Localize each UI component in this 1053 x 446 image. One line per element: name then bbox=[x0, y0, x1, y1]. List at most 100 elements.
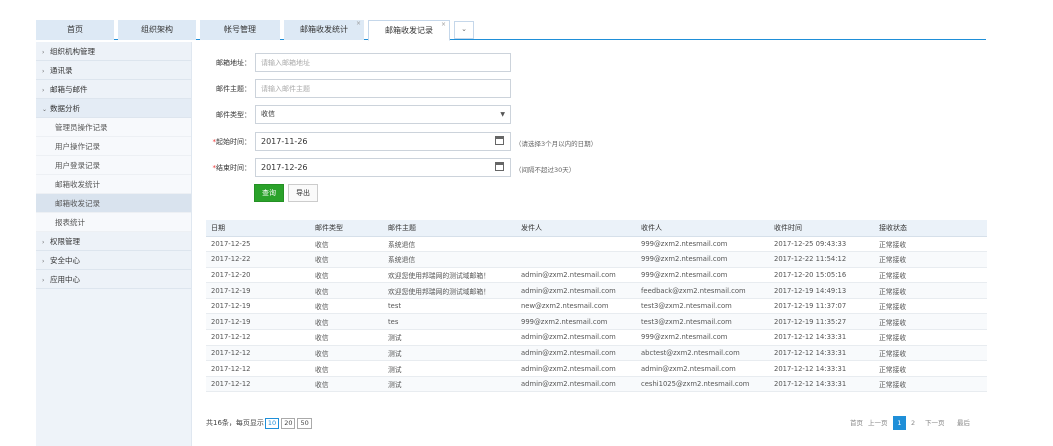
sidebar-item-data-analysis[interactable]: ⌄ 数据分析 bbox=[36, 99, 191, 118]
calendar-icon[interactable] bbox=[495, 136, 504, 145]
tab-mail-records[interactable]: 邮箱收发记录 × bbox=[368, 20, 450, 41]
cell-type: 收信 bbox=[310, 236, 383, 253]
close-icon[interactable]: × bbox=[356, 20, 361, 28]
subject-label: 邮件主题： bbox=[216, 85, 251, 93]
type-select[interactable]: 收信 ▼ bbox=[255, 105, 511, 124]
chevron-right-icon: › bbox=[42, 258, 45, 265]
sidebar-item-label: 安全中心 bbox=[50, 256, 80, 265]
query-button[interactable]: 查询 bbox=[254, 184, 284, 202]
mail-records-table: 日期 邮件类型 邮件主题 发件人 收件人 收件时间 接收状态 2017-12-2… bbox=[206, 220, 987, 393]
cell-sender: new@zxm2.ntesmail.com bbox=[516, 298, 636, 315]
pager-current[interactable]: 1 bbox=[893, 416, 906, 430]
cell-subject: 欢迎您使用邦瑞网的测试域邮箱！ bbox=[383, 282, 516, 299]
col-received-time: 收件时间 bbox=[769, 220, 874, 237]
sidebar-item-apps[interactable]: › 应用中心 bbox=[36, 270, 191, 289]
cell-time: 2017-12-12 14:33:31 bbox=[769, 360, 874, 377]
pager-prev[interactable]: 上一页 bbox=[868, 416, 888, 430]
table-row: 2017-12-19 收信 欢迎您使用邦瑞网的测试域邮箱！ admin@zxm2.nt… bbox=[206, 282, 987, 299]
record-count: 共16条，每页显示 10 20 50 bbox=[206, 418, 313, 429]
cell-sender: admin@zxm2.ntesmail.com bbox=[516, 329, 636, 346]
cell-time: 2017-12-19 11:37:07 bbox=[769, 298, 874, 315]
address-input[interactable] bbox=[255, 53, 511, 72]
sidebar-item-mail-records[interactable]: 邮箱收发记录 bbox=[36, 194, 191, 213]
cell-time: 2017-12-12 14:33:31 bbox=[769, 329, 874, 346]
cell-date: 2017-12-12 bbox=[206, 376, 310, 393]
cell-type: 收信 bbox=[310, 345, 383, 362]
cell-date: 2017-12-20 bbox=[206, 267, 310, 284]
pager-next[interactable]: 下一页 bbox=[925, 416, 945, 430]
tab-mail-stats[interactable]: 邮箱收发统计 × bbox=[284, 20, 364, 40]
tab-org-structure[interactable]: 组织架构 bbox=[118, 20, 196, 40]
sidebar-item-admin-logs[interactable]: 管理员操作记录 bbox=[36, 118, 191, 137]
col-sender: 发件人 bbox=[516, 220, 636, 237]
calendar-icon[interactable] bbox=[495, 162, 504, 171]
close-icon[interactable]: × bbox=[441, 21, 446, 29]
cell-date: 2017-12-19 bbox=[206, 313, 310, 331]
cell-date: 2017-12-12 bbox=[206, 345, 310, 362]
sidebar-item-label: 数据分析 bbox=[50, 104, 80, 113]
col-subject: 邮件主题 bbox=[383, 220, 516, 237]
cell-date: 2017-12-12 bbox=[206, 360, 310, 377]
pager-current-label: 1 bbox=[893, 416, 906, 430]
sidebar-item-org-management[interactable]: › 组织机构管理 bbox=[36, 42, 191, 61]
cell-status: 正常接收 bbox=[874, 376, 987, 393]
table-row: 2017-12-12 收信 测试 admin@zxm2.ntesmail.com 999… bbox=[206, 329, 987, 346]
cell-date: 2017-12-12 bbox=[206, 329, 310, 346]
cell-type: 收信 bbox=[310, 251, 383, 268]
page-size-10[interactable]: 10 bbox=[264, 418, 280, 429]
pager-first[interactable]: 首页 bbox=[850, 416, 863, 430]
cell-status: 正常接收 bbox=[874, 298, 987, 315]
sidebar-item-label: 组织机构管理 bbox=[50, 47, 95, 56]
cell-status: 正常接收 bbox=[874, 236, 987, 253]
page-size-50[interactable]: 50 bbox=[297, 418, 312, 429]
sidebar-item-permissions[interactable]: › 权限管理 bbox=[36, 232, 191, 251]
tab-more-dropdown[interactable]: ⌄ bbox=[454, 21, 474, 39]
cell-recipient: 999@zxm2.ntesmail.com bbox=[636, 267, 769, 284]
cell-status: 正常接收 bbox=[874, 345, 987, 362]
cell-date: 2017-12-22 bbox=[206, 251, 310, 268]
sidebar-item-mailbox-mail[interactable]: › 邮箱与邮件 bbox=[36, 80, 191, 99]
cell-subject: test bbox=[383, 298, 516, 315]
sidebar-item-reports[interactable]: 报表统计 bbox=[36, 213, 191, 232]
tab-label: 邮箱收发记录 bbox=[385, 26, 433, 35]
pager-last[interactable]: 最后 bbox=[957, 416, 970, 430]
cell-time: 2017-12-19 14:49:13 bbox=[769, 282, 874, 299]
caret-down-icon: ▼ bbox=[500, 111, 505, 118]
start-date-input[interactable]: 2017-11-26 bbox=[255, 132, 511, 151]
cell-sender: admin@zxm2.ntesmail.com bbox=[516, 376, 636, 393]
cell-subject: 系统退信 bbox=[383, 236, 516, 253]
table-row: 2017-12-19 收信 tes 999@zxm2.ntesmail.com test… bbox=[206, 313, 987, 331]
col-recipient: 收件人 bbox=[636, 220, 769, 237]
sidebar-item-contacts[interactable]: › 通讯录 bbox=[36, 61, 191, 80]
sidebar: › 组织机构管理 › 通讯录 › 邮箱与邮件 ⌄ 数据分析 管理员操作记录 用户操作记录… bbox=[36, 42, 192, 446]
cell-subject: 测试 bbox=[383, 360, 516, 377]
cell-recipient: abctest@zxm2.ntesmail.com bbox=[636, 345, 769, 362]
sidebar-item-user-logs[interactable]: 用户操作记录 bbox=[36, 137, 191, 156]
cell-status: 正常接收 bbox=[874, 360, 987, 377]
start-date-hint: （请选择3个月以内的日期） bbox=[515, 140, 598, 148]
sidebar-item-security[interactable]: › 安全中心 bbox=[36, 251, 191, 270]
sidebar-item-login-logs[interactable]: 用户登录记录 bbox=[36, 156, 191, 175]
sidebar-item-mail-stats[interactable]: 邮箱收发统计 bbox=[36, 175, 191, 194]
cell-status: 正常接收 bbox=[874, 267, 987, 284]
end-date-input[interactable]: 2017-12-26 bbox=[255, 158, 511, 177]
cell-subject: tes bbox=[383, 313, 516, 331]
cell-recipient: test3@zxm2.ntesmail.com bbox=[636, 298, 769, 315]
cell-recipient: 999@zxm2.ntesmail.com bbox=[636, 236, 769, 253]
cell-recipient: 999@zxm2.ntesmail.com bbox=[636, 329, 769, 346]
cell-type: 收信 bbox=[310, 360, 383, 377]
pager-page-2[interactable]: 2 bbox=[911, 416, 915, 430]
tab-account-management[interactable]: 帐号管理 bbox=[200, 20, 280, 40]
page-size-20[interactable]: 20 bbox=[281, 418, 296, 429]
total-text: 共16条，每页显示 bbox=[206, 419, 264, 427]
cell-recipient: feedback@zxm2.ntesmail.com bbox=[636, 282, 769, 299]
sidebar-item-label: 权限管理 bbox=[50, 237, 80, 246]
tab-home[interactable]: 首页 bbox=[36, 20, 114, 40]
cell-sender: admin@zxm2.ntesmail.com bbox=[516, 282, 636, 299]
subject-input[interactable] bbox=[255, 79, 511, 98]
export-button[interactable]: 导出 bbox=[288, 184, 318, 202]
table-row: 2017-12-25 收信 系统退信 999@zxm2.ntesmail.com 201… bbox=[206, 236, 987, 253]
cell-recipient: test3@zxm2.ntesmail.com bbox=[636, 313, 769, 331]
cell-status: 正常接收 bbox=[874, 313, 987, 331]
col-date: 日期 bbox=[206, 220, 310, 237]
